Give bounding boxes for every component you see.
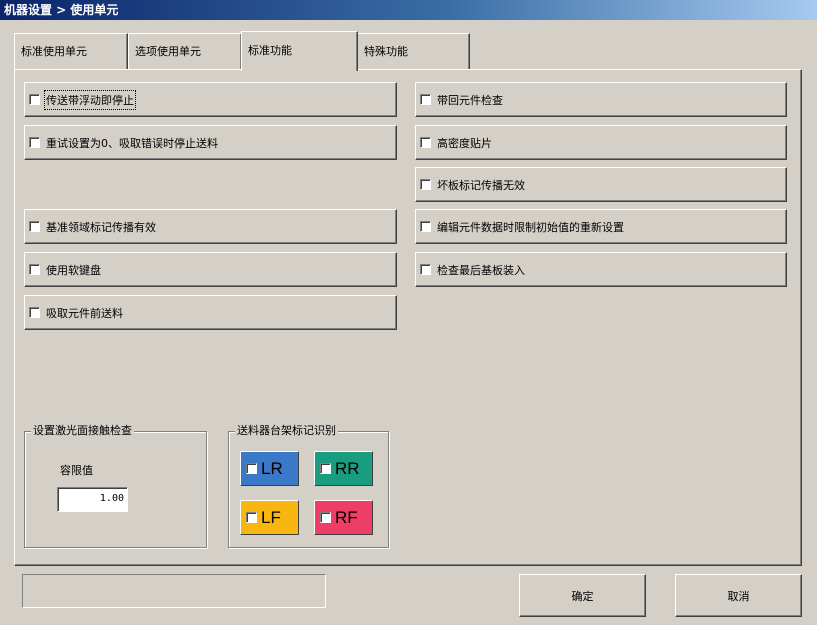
checkbox[interactable]: [246, 463, 257, 474]
tab-special-functions[interactable]: 特殊功能: [357, 33, 470, 70]
option-conveyor-float-stop[interactable]: 传送带浮动即停止: [24, 82, 397, 117]
feeder-button-label: RR: [335, 458, 360, 478]
option-label: 传送带浮动即停止: [44, 89, 136, 110]
checkbox[interactable]: [420, 94, 431, 105]
checkbox[interactable]: [29, 137, 40, 148]
option-label: 重试设置为0、吸取错误时停止送料: [46, 136, 218, 150]
option-bad-mark-propagation-disabled[interactable]: 坏板标记传播无效: [415, 167, 787, 202]
checkbox[interactable]: [420, 221, 431, 232]
checkbox[interactable]: [420, 137, 431, 148]
feeder-rf-button[interactable]: RF: [314, 500, 373, 535]
option-soft-keyboard[interactable]: 使用软键盘: [24, 252, 397, 287]
option-high-density-mount[interactable]: 高密度贴片: [415, 125, 787, 160]
option-label: 基准领域标记传播有效: [46, 220, 156, 234]
option-label: 带回元件检查: [437, 93, 503, 107]
window-title: 机器设置 > 使用单元: [0, 0, 817, 20]
feeder-rr-button[interactable]: RR: [314, 451, 373, 486]
option-label: 坏板标记传播无效: [437, 178, 525, 192]
checkbox[interactable]: [29, 94, 40, 105]
checkbox[interactable]: [246, 512, 257, 523]
option-label: 吸取元件前送料: [46, 306, 123, 320]
cancel-button[interactable]: 取消: [675, 574, 802, 617]
feeder-button-label: LR: [261, 458, 283, 478]
option-return-part-check[interactable]: 带回元件检查: [415, 82, 787, 117]
group-title: 设置激光面接触检查: [31, 424, 134, 438]
checkbox[interactable]: [29, 221, 40, 232]
tolerance-input[interactable]: 1.00: [57, 487, 128, 512]
button-label: 确定: [571, 589, 594, 603]
checkbox[interactable]: [420, 179, 431, 190]
button-label: 取消: [727, 589, 750, 603]
option-label: 编辑元件数据时限制初始值的重新设置: [437, 220, 624, 234]
tab-standard-units[interactable]: 标准使用单元: [14, 33, 128, 70]
option-check-last-board-load[interactable]: 检查最后基板装入: [415, 252, 787, 287]
status-box: [22, 574, 326, 608]
tab-label: 标准使用单元: [21, 45, 87, 58]
checkbox[interactable]: [29, 307, 40, 318]
tab-label: 特殊功能: [364, 45, 408, 58]
feeder-button-label: LF: [261, 507, 281, 527]
feeder-lr-button[interactable]: LR: [240, 451, 299, 486]
tab-label: 标准功能: [248, 44, 292, 57]
checkbox[interactable]: [420, 264, 431, 275]
tab-standard-functions[interactable]: 标准功能: [241, 31, 358, 71]
option-reference-mark-propagation[interactable]: 基准领域标记传播有效: [24, 209, 397, 244]
tolerance-label: 容限值: [60, 464, 93, 477]
option-label: 检查最后基板装入: [437, 263, 525, 277]
option-retry-zero-stop-feed[interactable]: 重试设置为0、吸取错误时停止送料: [24, 125, 397, 160]
tab-label: 选项使用单元: [135, 45, 201, 58]
option-feed-before-pickup[interactable]: 吸取元件前送料: [24, 295, 397, 330]
checkbox[interactable]: [320, 512, 331, 523]
ok-button[interactable]: 确定: [519, 574, 646, 617]
option-label: 使用软键盘: [46, 263, 101, 277]
checkbox[interactable]: [29, 264, 40, 275]
option-limit-initial-reset[interactable]: 编辑元件数据时限制初始值的重新设置: [415, 209, 787, 244]
feeder-lf-button[interactable]: LF: [240, 500, 299, 535]
tab-option-units[interactable]: 选项使用单元: [128, 33, 242, 70]
option-label: 高密度贴片: [437, 136, 492, 150]
group-title: 送料器台架标记识别: [235, 424, 338, 438]
feeder-button-label: RF: [335, 507, 358, 527]
checkbox[interactable]: [320, 463, 331, 474]
